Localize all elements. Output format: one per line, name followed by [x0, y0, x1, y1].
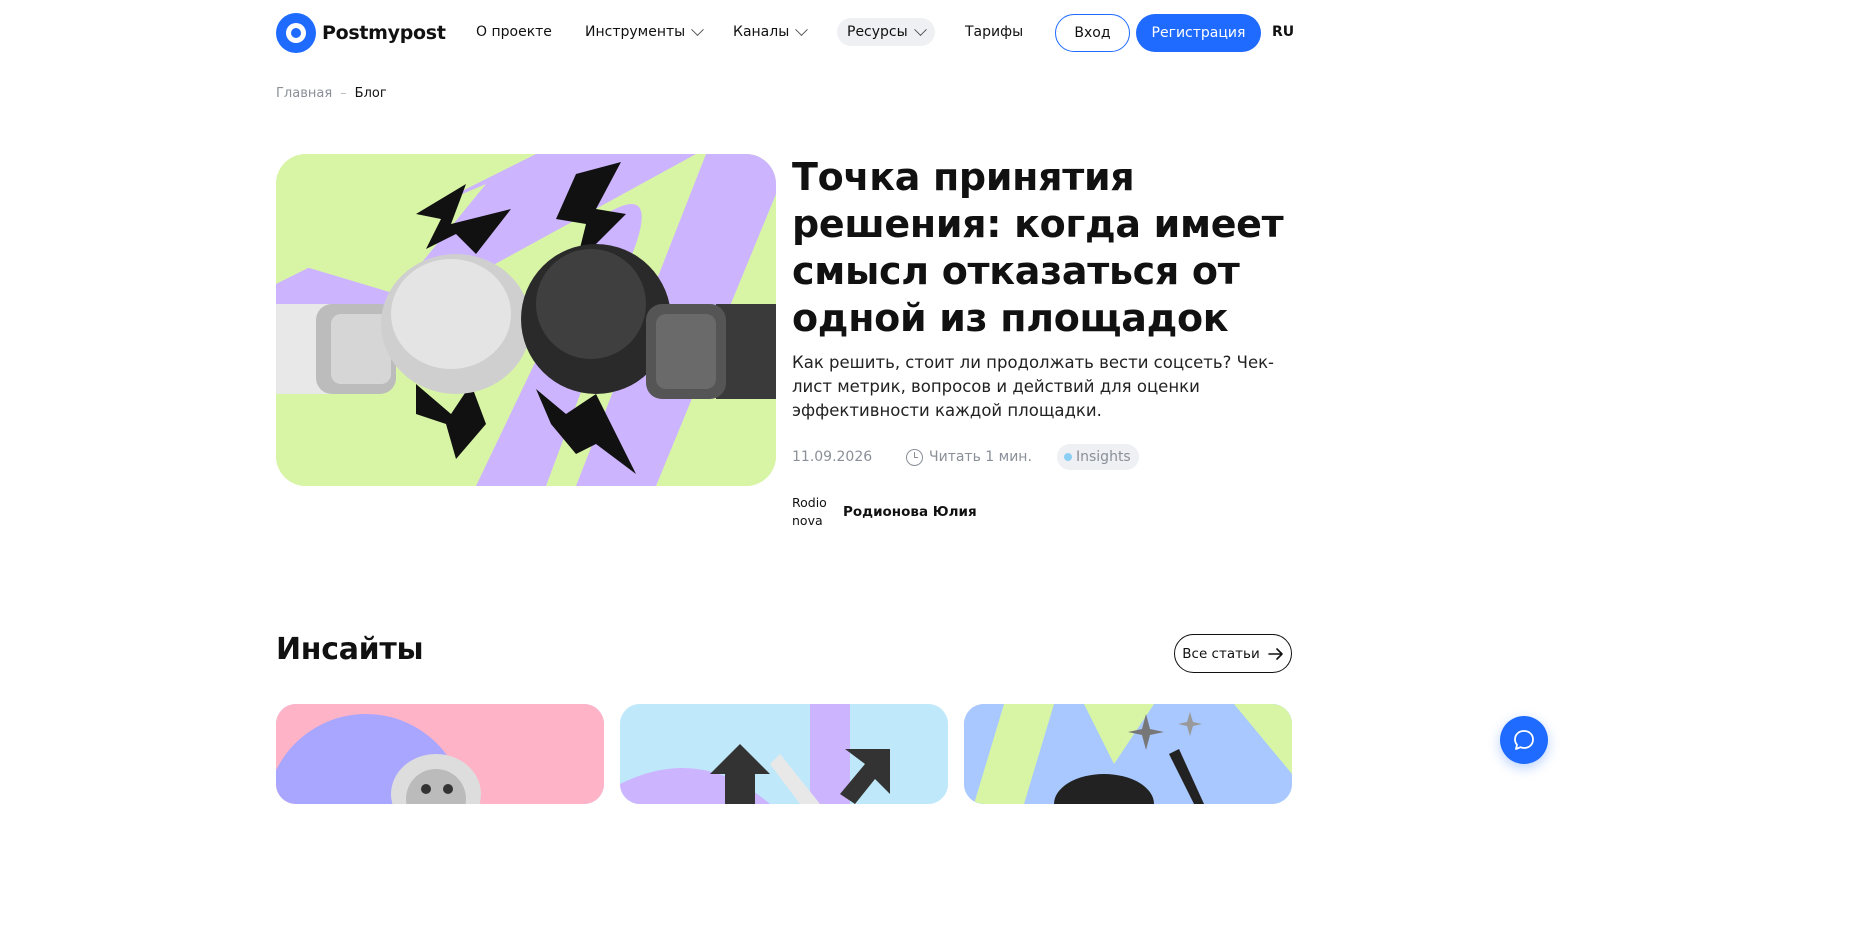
nav-item-about-label: О проекте [476, 24, 552, 40]
tag-dot-icon [1064, 453, 1072, 461]
login-button[interactable]: Вход [1055, 14, 1130, 52]
nav-item-channels-label: Каналы [733, 24, 790, 40]
avatar: Rodionova [792, 495, 827, 528]
nav-item-resources-label: Ресурсы [847, 24, 908, 40]
article-author[interactable]: Rodionova Родионова Юлия [792, 494, 977, 530]
article-card[interactable] [620, 704, 948, 804]
article-subtitle: Как решить, стоит ли продолжать вести со… [792, 353, 1275, 420]
nav-item-pricing[interactable]: Тарифы [965, 18, 1023, 46]
chat-bubble-icon [1514, 730, 1534, 750]
nav-item-resources[interactable]: Ресурсы [837, 18, 935, 46]
article-card[interactable] [276, 704, 604, 804]
card-image [620, 704, 948, 804]
card-image [276, 704, 604, 804]
article-title: Точка принятия решения: когда имеет смыс… [792, 155, 1284, 340]
nav-item-about[interactable]: О проекте [476, 18, 552, 46]
hero-image [276, 154, 776, 486]
nav-item-tools[interactable]: Инструменты [585, 18, 705, 46]
boxing-gloves-illustration [276, 154, 776, 486]
card-image [964, 704, 1292, 804]
chevron-down-icon [691, 22, 705, 36]
register-button[interactable]: Регистрация [1136, 14, 1261, 52]
read-time: Читать 1 мин. [906, 448, 1032, 466]
nav-item-tools-label: Инструменты [585, 24, 686, 40]
author-name: Родионова Юлия [843, 504, 977, 520]
arrow-right-icon [1267, 647, 1283, 660]
breadcrumb-separator: – [340, 86, 347, 101]
tag-label: Insights [1076, 449, 1131, 465]
all-articles-label: Все статьи [1182, 645, 1260, 662]
breadcrumb: Главная – Блог [276, 86, 387, 101]
chevron-down-icon [913, 22, 927, 36]
read-time-label: Читать 1 мин. [929, 449, 1032, 465]
section-title-insights: Инсайты [276, 632, 424, 667]
site-header: Postmypost О проекте Инструменты Каналы … [0, 0, 1568, 66]
breadcrumb-current: Блог [354, 86, 387, 101]
clock-icon [906, 448, 923, 466]
language-switch[interactable]: RU [1272, 24, 1294, 40]
main-nav: О проекте Инструменты Каналы Ресурсы Тар… [0, 18, 1568, 46]
tag-insights[interactable]: Insights [1057, 444, 1139, 470]
breadcrumb-home-link[interactable]: Главная [276, 86, 332, 101]
chevron-down-icon [795, 22, 809, 36]
article-card[interactable] [964, 704, 1292, 804]
all-articles-button[interactable]: Все статьи [1174, 634, 1292, 673]
article-date: 11.09.2026 [792, 449, 873, 465]
chat-button[interactable] [1500, 716, 1548, 764]
nav-item-pricing-label: Тарифы [965, 24, 1024, 40]
article-meta: 11.09.2026 Читать 1 мин. Insights [792, 444, 1192, 470]
nav-item-channels[interactable]: Каналы [733, 18, 809, 46]
